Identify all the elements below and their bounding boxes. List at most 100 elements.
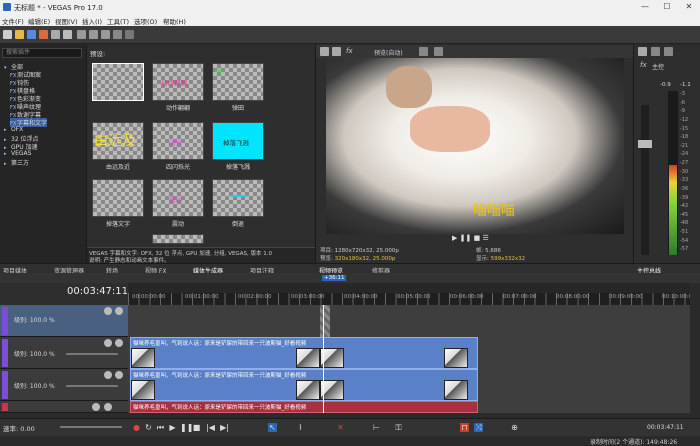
plugin-search-input[interactable]: 搜索插件 xyxy=(2,48,82,58)
master-fader-track[interactable] xyxy=(641,105,649,255)
master-solo-icon[interactable] xyxy=(664,47,673,56)
video-clip-2[interactable]: 猫咪养毛皇叫，气到说人话：原来是铲屎的带回来一只波斯猫_好看视频 xyxy=(130,369,478,401)
menu-help[interactable]: 帮助(H) xyxy=(163,16,186,26)
tick-label: 00:08:00:00 xyxy=(556,294,590,300)
solo-icon[interactable] xyxy=(115,371,123,379)
undo-icon[interactable] xyxy=(113,30,122,39)
stop-icon[interactable]: ■ xyxy=(192,423,201,432)
preset-thumb-8[interactable] xyxy=(212,179,264,217)
split-icon[interactable]: ⊢ xyxy=(372,423,381,432)
tree-item-vegas[interactable]: ▸ VEGAS xyxy=(4,150,31,157)
timeline-ruler[interactable]: 00:00:00:00 00:01:00:00 00:02:00:00 00:0… xyxy=(128,283,696,305)
preview-quality-dropdown[interactable]: 预览(自动) xyxy=(374,48,403,57)
preset-thumb-3[interactable]: 由远及 xyxy=(92,122,144,160)
preset-thumb-2[interactable]: 弹 xyxy=(212,63,264,101)
snap-icon[interactable]: ⊓ xyxy=(460,423,469,432)
menu-tools[interactable]: 工具(T) xyxy=(107,16,129,26)
new-icon[interactable] xyxy=(3,30,12,39)
auto-ripple-icon[interactable]: ⤨ xyxy=(474,423,483,432)
maximize-button[interactable]: ☐ xyxy=(656,0,678,14)
copy-icon[interactable] xyxy=(89,30,98,39)
rate-slider[interactable] xyxy=(60,426,122,428)
solo-icon[interactable] xyxy=(115,307,123,315)
preset-thumb-9[interactable] xyxy=(152,234,204,244)
cut-icon[interactable] xyxy=(77,30,86,39)
text-event-clip[interactable] xyxy=(320,305,330,337)
track-header-1[interactable]: 级别: 100.0 % xyxy=(0,305,128,337)
menu-insert[interactable]: 插入(I) xyxy=(82,16,102,26)
pause-icon[interactable]: ❚❚ xyxy=(460,234,472,242)
level-slider[interactable] xyxy=(66,353,118,355)
video-clip-1[interactable]: 猫咪养毛皇叫，气到说人话：原来是铲屎的带回来一只波斯猫_好看视频 xyxy=(130,337,478,369)
track-header-2[interactable]: 级别: 100.0 % xyxy=(0,337,128,369)
record-icon[interactable]: ● xyxy=(132,423,141,432)
delete-icon[interactable]: ✕ xyxy=(336,423,345,432)
overlay-icon[interactable] xyxy=(434,47,443,56)
track-level[interactable]: 级别: 100.0 % xyxy=(14,381,55,390)
preview-frame-info: 帧: 5,686 xyxy=(476,248,501,254)
properties-icon[interactable] xyxy=(51,30,60,39)
grid-icon[interactable] xyxy=(419,47,428,56)
zoom-icon[interactable]: ⊕ xyxy=(510,423,519,432)
external-monitor-icon[interactable] xyxy=(332,47,341,56)
play-from-start-icon[interactable]: ⏮ xyxy=(156,423,165,432)
timecode-area: 00:03:47:11 xyxy=(0,283,128,305)
preset-thumb-6[interactable] xyxy=(92,179,144,217)
master-settings-icon[interactable] xyxy=(638,47,647,56)
audio-track-header[interactable] xyxy=(0,401,128,413)
minimize-button[interactable]: — xyxy=(634,0,656,14)
mute-icon[interactable] xyxy=(104,339,112,347)
track-level[interactable]: 级别: 100.0 % xyxy=(14,349,55,358)
go-to-start-icon[interactable]: |◀ xyxy=(206,423,215,432)
preset-thumb-4[interactable]: 闪光 xyxy=(152,122,204,160)
envelope-tool-icon[interactable]: ⌇ xyxy=(296,423,305,432)
master-fx-icon[interactable]: fx xyxy=(640,61,647,69)
render-icon[interactable] xyxy=(39,30,48,39)
preset-thumb-1[interactable]: 动作翩翩 xyxy=(152,63,204,101)
preview-video-frame[interactable]: 喵喵喵 xyxy=(326,58,624,234)
menu-view[interactable]: 视图(V) xyxy=(55,16,78,26)
close-button[interactable]: ✕ xyxy=(678,0,700,14)
tree-item-third-party[interactable]: ▸ 第三方 xyxy=(4,158,29,167)
db-scale-label: -18 xyxy=(680,134,689,141)
level-slider[interactable] xyxy=(66,385,118,387)
mute-icon[interactable] xyxy=(104,371,112,379)
track-level[interactable]: 级别: 100.0 % xyxy=(14,315,55,324)
pause-icon[interactable]: ❚❚ xyxy=(180,423,193,432)
preset-thumb-7[interactable]: 震动 xyxy=(152,179,204,217)
clip-thumbnail xyxy=(131,348,155,368)
menu-edit[interactable]: 编辑(E) xyxy=(28,16,50,26)
timeline-scrollbar[interactable] xyxy=(690,283,700,418)
playhead[interactable] xyxy=(323,305,324,413)
menu-options[interactable]: 选项(O) xyxy=(134,16,157,26)
redo-icon[interactable] xyxy=(125,30,134,39)
stop-icon[interactable]: ■ xyxy=(474,234,481,242)
play-icon[interactable]: ▶ xyxy=(168,423,177,432)
solo-icon[interactable] xyxy=(115,339,123,347)
play-icon[interactable]: ▶ xyxy=(452,234,457,242)
db-scale-label: -15 xyxy=(680,125,689,132)
mute-icon[interactable] xyxy=(104,307,112,315)
audio-clip[interactable]: 猫咪养毛皇叫，气到说人话：原来是铲屎的带回来一只波斯猫_好看视频 xyxy=(130,401,478,413)
settings-icon[interactable] xyxy=(63,30,72,39)
preset-thumb-0[interactable] xyxy=(92,63,144,101)
menu-file[interactable]: 文件(F) xyxy=(2,16,24,26)
preview-settings-icon[interactable] xyxy=(320,47,329,56)
master-mute-icon[interactable] xyxy=(651,47,660,56)
track-header-3[interactable]: 级别: 100.0 % xyxy=(0,369,128,401)
loop-icon[interactable]: ☰ xyxy=(482,234,488,242)
open-icon[interactable] xyxy=(15,30,24,39)
tree-item-ofx[interactable]: ▸ OFX xyxy=(4,126,23,133)
lock-icon[interactable]: ⚿ xyxy=(394,423,403,432)
save-icon[interactable] xyxy=(27,30,36,39)
loop-playback-icon[interactable]: ↻ xyxy=(144,423,153,432)
fx-button-icon[interactable]: fx xyxy=(346,47,353,55)
vegas-logo-icon xyxy=(3,3,11,11)
solo-icon[interactable] xyxy=(104,403,112,411)
master-fader-handle[interactable] xyxy=(638,140,652,148)
paste-icon[interactable] xyxy=(101,30,110,39)
mute-icon[interactable] xyxy=(92,403,100,411)
go-to-end-icon[interactable]: ▶| xyxy=(220,423,229,432)
preset-thumb-5[interactable]: 掉落飞溅 xyxy=(212,122,264,160)
edit-tool-icon[interactable]: ↖ xyxy=(268,423,277,432)
